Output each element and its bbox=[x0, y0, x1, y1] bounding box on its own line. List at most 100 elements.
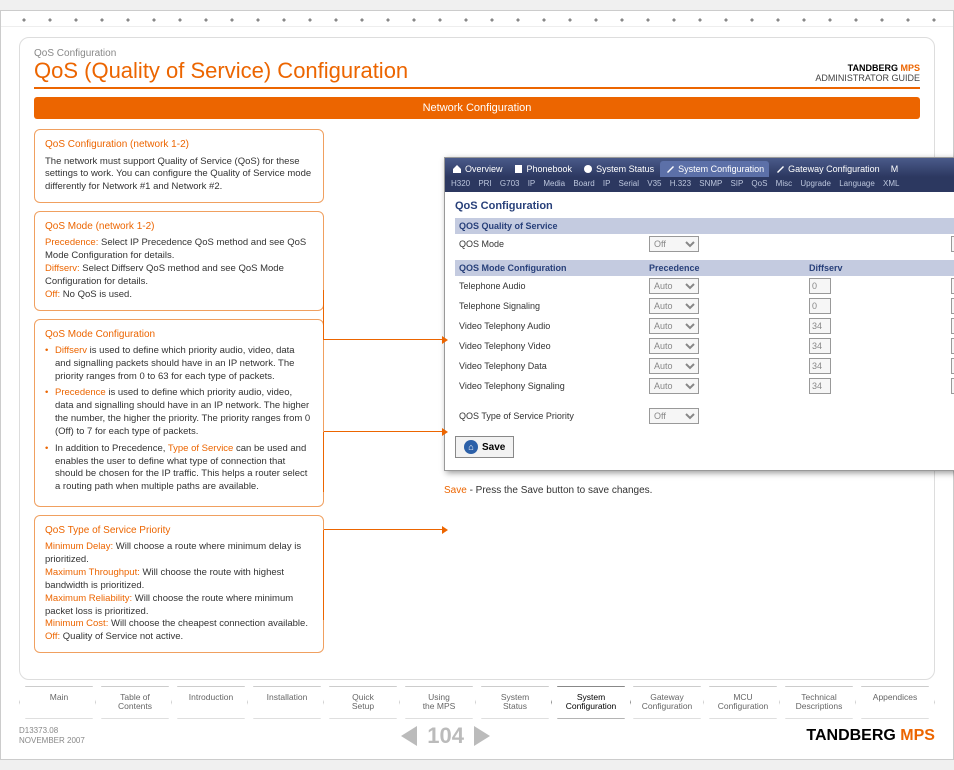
row-label: Video Telephony Data bbox=[459, 361, 649, 371]
card-heading: QoS Mode (network 1-2) bbox=[45, 220, 313, 234]
home-icon bbox=[452, 164, 462, 174]
term-diffserv: Diffserv: bbox=[45, 263, 80, 274]
prev-page-arrow-icon[interactable] bbox=[401, 726, 417, 746]
page-navigator: 104 bbox=[401, 723, 490, 749]
card-qos-mode-config: QoS Mode Configuration Diffserv is used … bbox=[34, 319, 324, 507]
config-row: Telephone SignalingAutoAuto bbox=[455, 296, 954, 316]
select-precedence[interactable]: Auto bbox=[649, 298, 699, 314]
document-page: QoS Configuration QoS (Quality of Servic… bbox=[0, 10, 954, 760]
row-qos-mode: QOS Mode Off Off bbox=[455, 234, 954, 254]
nav-tab[interactable]: QuickSetup bbox=[323, 686, 403, 719]
wrench-icon bbox=[775, 164, 785, 174]
book-icon bbox=[514, 164, 524, 174]
input-diffserv[interactable] bbox=[809, 378, 831, 394]
term-off: Off: bbox=[45, 631, 60, 642]
nav-tab[interactable]: Appendices bbox=[855, 686, 935, 719]
page-title: QoS (Quality of Service) Configuration bbox=[34, 59, 408, 83]
select-tos-priority[interactable]: Off bbox=[649, 408, 699, 424]
term-max-reliability: Maximum Reliability: bbox=[45, 593, 132, 604]
connector-arrow-icon bbox=[324, 529, 442, 530]
nav-tab[interactable]: MCUConfiguration bbox=[703, 686, 783, 719]
term-max-throughput: Maximum Throughput: bbox=[45, 567, 140, 578]
select-precedence[interactable]: Auto bbox=[649, 358, 699, 374]
tab-system-status[interactable]: System Status bbox=[578, 161, 659, 177]
input-diffserv[interactable] bbox=[809, 298, 831, 314]
brand-name: TANDBERG bbox=[848, 63, 898, 73]
card-body: The network must support Quality of Serv… bbox=[45, 156, 313, 194]
config-row: Video Telephony DataAutoAuto bbox=[455, 356, 954, 376]
select-qos-mode-1[interactable]: Off bbox=[649, 236, 699, 252]
document-nav-tabs: MainTable ofContentsIntroductionInstalla… bbox=[19, 686, 935, 719]
next-page-arrow-icon[interactable] bbox=[474, 726, 490, 746]
app-subnav[interactable]: H320 PRI G703 IP Media Board IP Serial V… bbox=[445, 177, 954, 192]
label-tos-priority: QOS Type of Service Priority bbox=[459, 411, 649, 421]
term-precedence: Precedence bbox=[55, 387, 106, 398]
doc-id: D13373.08 NOVEMBER 2007 bbox=[19, 726, 85, 745]
nav-tab[interactable]: TechnicalDescriptions bbox=[779, 686, 859, 719]
brand-header: TANDBERG MPS ADMINISTRATOR GUIDE bbox=[815, 63, 920, 83]
select-precedence[interactable]: Auto bbox=[649, 318, 699, 334]
config-row: Video Telephony SignalingAutoAuto bbox=[455, 376, 954, 396]
select-precedence[interactable]: Auto bbox=[649, 278, 699, 294]
section-banner: Network Configuration bbox=[34, 97, 920, 119]
tab-more[interactable]: M bbox=[886, 161, 904, 177]
embedded-screenshot: Overview Phonebook System Status System … bbox=[444, 157, 954, 471]
row-label: Telephone Audio bbox=[459, 281, 649, 291]
connector-arrow-icon bbox=[324, 431, 442, 432]
input-diffserv[interactable] bbox=[809, 318, 831, 334]
panel-heading: QoS Configuration bbox=[455, 200, 954, 212]
guide-label: ADMINISTRATOR GUIDE bbox=[815, 73, 920, 83]
select-precedence[interactable]: Auto bbox=[649, 378, 699, 394]
term-min-delay: Minimum Delay: bbox=[45, 541, 113, 552]
nav-tab[interactable]: GatewayConfiguration bbox=[627, 686, 707, 719]
input-diffserv[interactable] bbox=[809, 358, 831, 374]
row-label: Video Telephony Signaling bbox=[459, 381, 649, 391]
save-button[interactable]: ⌂ Save bbox=[455, 436, 514, 458]
binding-decoration bbox=[1, 11, 953, 27]
explanation-column: QoS Configuration (network 1-2) The netw… bbox=[34, 129, 324, 661]
config-row: Video Telephony AudioAutoAuto bbox=[455, 316, 954, 336]
nav-tab[interactable]: SystemConfiguration bbox=[551, 686, 631, 719]
wrench-icon bbox=[665, 164, 675, 174]
save-button-label: Save bbox=[482, 442, 505, 453]
config-row: Telephone AudioAutoAuto bbox=[455, 276, 954, 296]
content-frame: QoS Configuration QoS (Quality of Servic… bbox=[19, 37, 935, 680]
tab-overview[interactable]: Overview bbox=[447, 161, 508, 177]
nav-tab[interactable]: Introduction bbox=[171, 686, 251, 719]
save-note: Save - Press the Save button to save cha… bbox=[444, 485, 954, 496]
card-qos-mode: QoS Mode (network 1-2) Precedence: Selec… bbox=[34, 211, 324, 311]
term-off: Off: bbox=[45, 289, 60, 300]
tab-phonebook[interactable]: Phonebook bbox=[509, 161, 578, 177]
row-label: Video Telephony Audio bbox=[459, 321, 649, 331]
brand-suffix: MPS bbox=[900, 63, 920, 73]
input-diffserv[interactable] bbox=[809, 278, 831, 294]
page-header: QoS Configuration QoS (Quality of Servic… bbox=[34, 48, 920, 89]
term-precedence: Precedence: bbox=[45, 237, 98, 248]
tab-system-configuration[interactable]: System Configuration bbox=[660, 161, 769, 177]
nav-tab[interactable]: Installation bbox=[247, 686, 327, 719]
gear-icon bbox=[583, 164, 593, 174]
card-heading: QoS Type of Service Priority bbox=[45, 524, 313, 538]
label-qos-mode: QOS Mode bbox=[459, 239, 649, 249]
screenshot-column: Overview Phonebook System Status System … bbox=[444, 129, 954, 661]
card-heading: QoS Configuration (network 1-2) bbox=[45, 138, 313, 152]
tab-gateway-configuration[interactable]: Gateway Configuration bbox=[770, 161, 885, 177]
nav-tab[interactable]: Usingthe MPS bbox=[399, 686, 479, 719]
save-icon: ⌂ bbox=[464, 440, 478, 454]
section-header-mode-config: QOS Mode Configuration Precedence Diffse… bbox=[455, 260, 954, 276]
card-qos-config: QoS Configuration (network 1-2) The netw… bbox=[34, 129, 324, 203]
term-tos: Type of Service bbox=[168, 443, 233, 454]
row-tos-priority: QOS Type of Service Priority Off bbox=[455, 406, 954, 426]
config-row: Video Telephony VideoAutoAuto bbox=[455, 336, 954, 356]
nav-tab[interactable]: Main bbox=[19, 686, 99, 719]
section-header-qos: QOS Quality of Service bbox=[455, 218, 954, 234]
page-footer: D13373.08 NOVEMBER 2007 104 TANDBERG MPS bbox=[1, 719, 953, 759]
nav-tab[interactable]: SystemStatus bbox=[475, 686, 555, 719]
nav-tab[interactable]: Table ofContents bbox=[95, 686, 175, 719]
row-label: Telephone Signaling bbox=[459, 301, 649, 311]
card-tos-priority: QoS Type of Service Priority Minimum Del… bbox=[34, 515, 324, 653]
connector-column bbox=[324, 129, 444, 661]
select-precedence[interactable]: Auto bbox=[649, 338, 699, 354]
term-min-cost: Minimum Cost: bbox=[45, 618, 108, 629]
input-diffserv[interactable] bbox=[809, 338, 831, 354]
